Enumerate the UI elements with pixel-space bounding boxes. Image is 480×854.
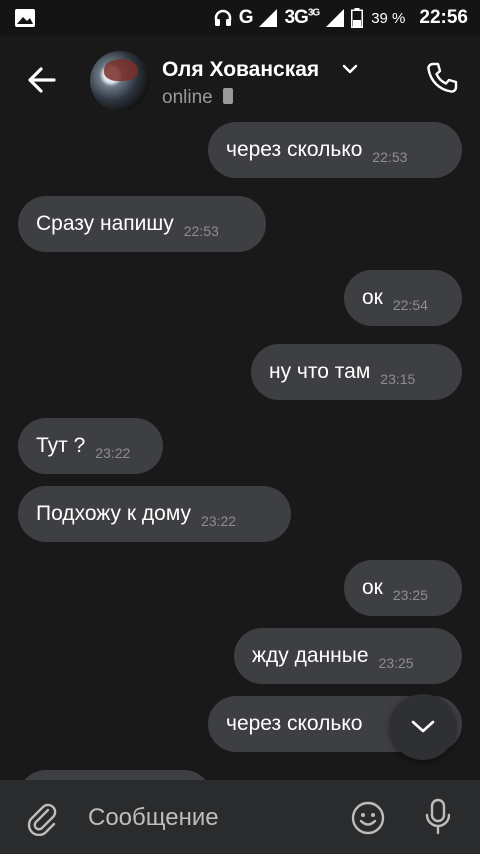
gallery-icon: [15, 9, 35, 27]
phone-icon[interactable]: [424, 60, 460, 96]
contact-name[interactable]: Оля Хованская: [162, 58, 319, 82]
message-time: 22:53: [372, 149, 408, 165]
microphone-icon[interactable]: [422, 798, 454, 836]
battery-percent: 39 %: [371, 9, 406, 27]
battery-icon: [351, 8, 364, 28]
message-composer: [0, 780, 480, 854]
message-text: через сколько: [226, 138, 363, 161]
message-time: 23:25: [378, 655, 414, 671]
chevron-down-icon: [411, 720, 435, 733]
message-text: Подхожу к дому: [36, 502, 192, 525]
message-bubble-outgoing[interactable]: ок 23:25: [344, 560, 462, 616]
message-bubble-incoming[interactable]: Подхожу к дому 23:22: [18, 486, 291, 542]
headphones-icon: [214, 9, 231, 26]
message-time: 23:15: [380, 371, 416, 387]
message-bubble-outgoing[interactable]: жду данные 23:25: [234, 628, 462, 684]
chevron-down-icon[interactable]: [342, 63, 358, 75]
paperclip-icon[interactable]: [24, 800, 60, 836]
message-bubble-incoming[interactable]: [18, 770, 212, 780]
message-time: 23:22: [95, 445, 131, 461]
signal-icon: [326, 9, 345, 27]
smiley-icon[interactable]: [350, 800, 386, 836]
message-text: Сразу напишу: [36, 212, 174, 235]
network-g-label: G: [238, 7, 254, 28]
message-bubble-outgoing[interactable]: через сколько 22:53: [208, 122, 462, 178]
signal-icon: [259, 9, 278, 27]
message-text: ну что там: [269, 360, 371, 383]
message-list[interactable]: через сколько 22:53 Сразу напишу 22:53 о…: [0, 120, 480, 780]
contact-status: online: [162, 87, 234, 109]
message-time: 22:54: [392, 297, 428, 313]
message-time: 23:22: [201, 513, 237, 529]
arrow-left-icon[interactable]: [22, 60, 62, 100]
message-bubble-outgoing[interactable]: ок 22:54: [344, 270, 462, 326]
message-time: 22:53: [183, 223, 219, 239]
chat-header: Оля Хованская online: [0, 36, 480, 120]
message-bubble-incoming[interactable]: Тут ? 23:22: [18, 418, 163, 474]
message-text: через сколько: [226, 712, 363, 735]
message-input[interactable]: [86, 798, 330, 838]
message-time: 23:25: [392, 587, 428, 603]
status-text: online: [162, 87, 213, 108]
mobile-device-icon: [223, 88, 233, 104]
avatar[interactable]: [90, 51, 150, 111]
message-bubble-incoming[interactable]: Сразу напишу 22:53: [18, 196, 266, 252]
message-text: ок: [362, 286, 383, 309]
message-text: Тут ?: [36, 434, 86, 457]
message-bubble-outgoing[interactable]: ну что там 23:15: [251, 344, 462, 400]
status-bar: G 3G3G 39 % 22:56: [0, 0, 480, 36]
clock: 22:56: [419, 7, 468, 28]
network-3g-label: 3G3G: [284, 7, 320, 28]
scroll-to-bottom-button[interactable]: [390, 694, 456, 760]
message-text: жду данные: [252, 644, 369, 667]
message-text: ок: [362, 576, 383, 599]
